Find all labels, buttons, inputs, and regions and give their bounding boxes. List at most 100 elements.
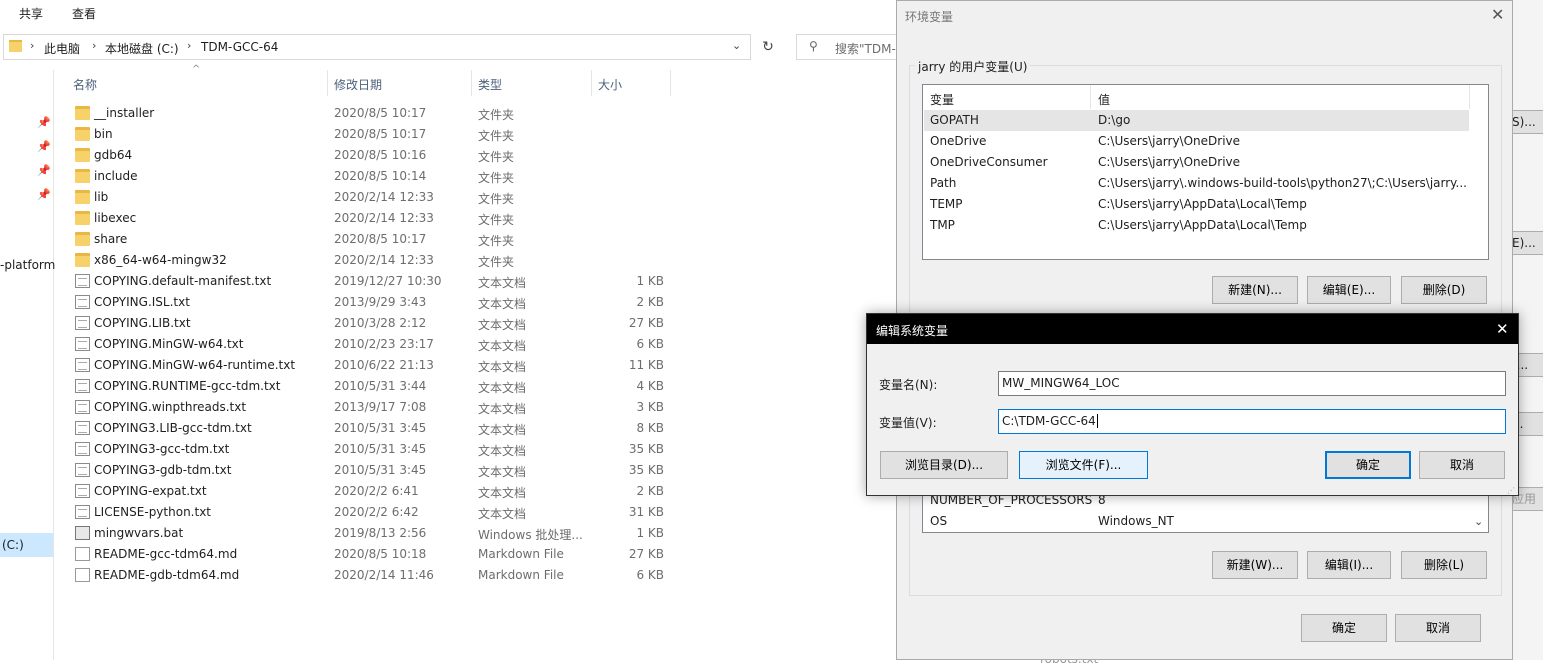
file-row[interactable]: COPYING.MinGW-w64.txt 2010/2/23 23:17 文本文档… <box>70 334 670 355</box>
edit-system-variable-dialog: 编辑系统变量 ✕ 变量名(N): MW_MINGW64_LOC 变量值(V): … <box>866 313 1519 496</box>
browse-directory-button[interactable]: 浏览目录(D)... <box>880 451 1008 479</box>
folder-icon <box>75 106 90 120</box>
column-divider[interactable] <box>327 70 328 96</box>
ribbon-tab-view[interactable]: 查看 <box>72 5 96 22</box>
user-edit-button[interactable]: 编辑(E)... <box>1307 276 1391 304</box>
file-row[interactable]: COPYING3-gcc-tdm.txt 2010/5/31 3:45 文本文档 35… <box>70 439 670 460</box>
background-button[interactable]: S)... <box>1508 110 1543 134</box>
refresh-button[interactable]: ↻ <box>755 34 781 60</box>
file-date: 2020/8/5 10:14 <box>334 169 427 183</box>
breadcrumb-this-pc[interactable]: 此电脑 <box>44 40 80 57</box>
user-var-row[interactable]: TEMP C:\Users\jarry\AppData\Local\Temp <box>924 194 1469 215</box>
user-delete-button[interactable]: 删除(D) <box>1401 276 1487 304</box>
column-divider[interactable] <box>1090 85 1091 109</box>
user-vars-list[interactable]: 变量 值 GOPATH D:\go OneDrive C:\Users\jarry\O… <box>922 84 1489 260</box>
file-row[interactable]: include 2020/8/5 10:14 文件夹 <box>70 166 670 187</box>
user-var-row[interactable]: GOPATH D:\go <box>924 110 1469 131</box>
file-date: 2020/2/14 11:46 <box>334 568 434 582</box>
chevron-down-icon[interactable]: ⌄ <box>732 39 741 52</box>
resize-grip-icon[interactable]: ⋰ <box>1507 486 1515 495</box>
file-row[interactable]: bin 2020/8/5 10:17 文件夹 <box>70 124 670 145</box>
breadcrumb-tdm-gcc[interactable]: TDM-GCC-64 <box>201 40 278 54</box>
nav-item-selected[interactable]: (C:) <box>0 533 53 557</box>
file-row[interactable]: COPYING3.LIB-gcc-tdm.txt 2010/5/31 3:45 文本… <box>70 418 670 439</box>
scroll-down-icon[interactable]: ⌄ <box>1474 515 1483 528</box>
column-divider[interactable] <box>1469 85 1470 109</box>
breadcrumb-local-disk[interactable]: 本地磁盘 (C:) <box>105 40 179 57</box>
dialog-titlebar[interactable]: 编辑系统变量 ✕ <box>867 314 1518 344</box>
file-type: 文本文档 <box>478 465 527 479</box>
pin-icon[interactable]: 📌 <box>37 116 51 129</box>
column-divider[interactable] <box>670 70 671 96</box>
column-divider[interactable] <box>471 70 472 96</box>
column-header-val[interactable]: 值 <box>1098 91 1110 108</box>
file-row[interactable]: README-gcc-tdm64.md 2020/8/5 10:18 Markdow… <box>70 544 670 565</box>
var-value: C:\Users\jarry\OneDrive <box>1098 134 1241 148</box>
nav-item-platform[interactable]: -platform <box>0 258 55 272</box>
system-edit-button[interactable]: 编辑(I)... <box>1307 551 1391 579</box>
text-file-icon <box>75 400 90 414</box>
pin-icon[interactable]: 📌 <box>37 188 51 201</box>
user-var-row[interactable]: Path C:\Users\jarry\.windows-build-tools\… <box>924 173 1469 194</box>
search-input[interactable]: ⚲ 搜索"TDM- <box>796 34 900 60</box>
user-new-button[interactable]: 新建(N)... <box>1212 276 1298 304</box>
column-header-size[interactable]: 大小 <box>598 76 622 93</box>
file-row[interactable]: COPYING.MinGW-w64-runtime.txt 2010/6/22 2… <box>70 355 670 376</box>
column-header-name[interactable]: 名称 <box>73 76 97 93</box>
file-size: 35 KB <box>628 463 664 477</box>
file-row[interactable]: __installer 2020/8/5 10:17 文件夹 <box>70 103 670 124</box>
file-row[interactable]: COPYING.RUNTIME-gcc-tdm.txt 2010/5/31 3:4… <box>70 376 670 397</box>
pin-icon[interactable]: 📌 <box>37 140 51 153</box>
edit-cancel-button[interactable]: 取消 <box>1419 451 1505 479</box>
variable-name-input[interactable]: MW_MINGW64_LOC <box>998 371 1506 396</box>
system-new-button[interactable]: 新建(W)... <box>1212 551 1298 579</box>
background-button[interactable]: E)... <box>1508 231 1543 255</box>
env-cancel-button[interactable]: 取消 <box>1395 614 1481 642</box>
file-row[interactable]: COPYING.ISL.txt 2013/9/29 3:43 文本文档 2 KB <box>70 292 670 313</box>
file-type: 文本文档 <box>478 318 527 332</box>
ribbon-tab-share[interactable]: 共享 <box>19 5 43 22</box>
file-row[interactable]: mingwvars.bat 2019/8/13 2:56 Windows 批处理..… <box>70 523 670 544</box>
folder-icon <box>75 253 90 267</box>
file-name: README-gcc-tdm64.md <box>94 547 238 561</box>
column-header-var[interactable]: 变量 <box>930 91 954 108</box>
pin-icon[interactable]: 📌 <box>37 164 51 177</box>
file-row[interactable]: lib 2020/2/14 12:33 文件夹 <box>70 187 670 208</box>
file-row[interactable]: COPYING-expat.txt 2020/2/2 6:41 文本文档 2 KB <box>70 481 670 502</box>
text-file-icon <box>75 316 90 330</box>
file-row[interactable]: COPYING3-gdb-tdm.txt 2010/5/31 3:45 文本文档 35… <box>70 460 670 481</box>
file-name: include <box>94 169 138 183</box>
edit-ok-button[interactable]: 确定 <box>1325 451 1411 479</box>
file-row[interactable]: share 2020/8/5 10:17 文件夹 <box>70 229 670 250</box>
browse-file-button[interactable]: 浏览文件(F)... <box>1019 451 1148 479</box>
column-header-date[interactable]: 修改日期 <box>334 76 382 93</box>
file-row[interactable]: COPYING.winpthreads.txt 2013/9/17 7:08 文本文… <box>70 397 670 418</box>
column-header-type[interactable]: 类型 <box>478 76 502 93</box>
user-var-row[interactable]: TMP C:\Users\jarry\AppData\Local\Temp <box>924 215 1469 236</box>
variable-value-input[interactable]: C:\TDM-GCC-64 <box>998 409 1506 434</box>
file-row[interactable]: LICENSE-python.txt 2020/2/2 6:42 文本文档 31 KB <box>70 502 670 523</box>
file-row[interactable]: README-gdb-tdm64.md 2020/2/14 11:46 Markdo… <box>70 565 670 586</box>
dialog-title: 编辑系统变量 <box>876 324 949 338</box>
close-icon[interactable]: ✕ <box>1496 320 1509 338</box>
file-date: 2020/2/14 12:33 <box>334 190 434 204</box>
file-type: 文本文档 <box>478 423 527 437</box>
file-type: 文本文档 <box>478 339 527 353</box>
file-row[interactable]: COPYING.default-manifest.txt 2019/12/27 1… <box>70 271 670 292</box>
file-row[interactable]: libexec 2020/2/14 12:33 文件夹 <box>70 208 670 229</box>
file-type: 文件夹 <box>478 150 515 164</box>
system-var-row[interactable]: OS Windows_NT <box>924 511 1469 532</box>
system-delete-button[interactable]: 删除(L) <box>1401 551 1487 579</box>
env-ok-button[interactable]: 确定 <box>1301 614 1387 642</box>
file-row[interactable]: COPYING.LIB.txt 2010/3/28 2:12 文本文档 27 KB <box>70 313 670 334</box>
user-var-row[interactable]: OneDrive C:\Users\jarry\OneDrive <box>924 131 1469 152</box>
file-type: 文件夹 <box>478 108 515 122</box>
file-row[interactable]: gdb64 2020/8/5 10:16 文件夹 <box>70 145 670 166</box>
file-row[interactable]: x86_64-w64-mingw32 2020/2/14 12:33 文件夹 <box>70 250 670 271</box>
column-divider[interactable] <box>591 70 592 96</box>
user-var-row[interactable]: OneDriveConsumer C:\Users\jarry\OneDrive <box>924 152 1469 173</box>
address-bar[interactable]: › 此电脑 › 本地磁盘 (C:) › TDM-GCC-64 ⌄ <box>3 34 751 60</box>
text-file-icon <box>75 274 90 288</box>
close-icon[interactable]: ✕ <box>1491 5 1504 24</box>
folder-icon <box>75 169 90 183</box>
